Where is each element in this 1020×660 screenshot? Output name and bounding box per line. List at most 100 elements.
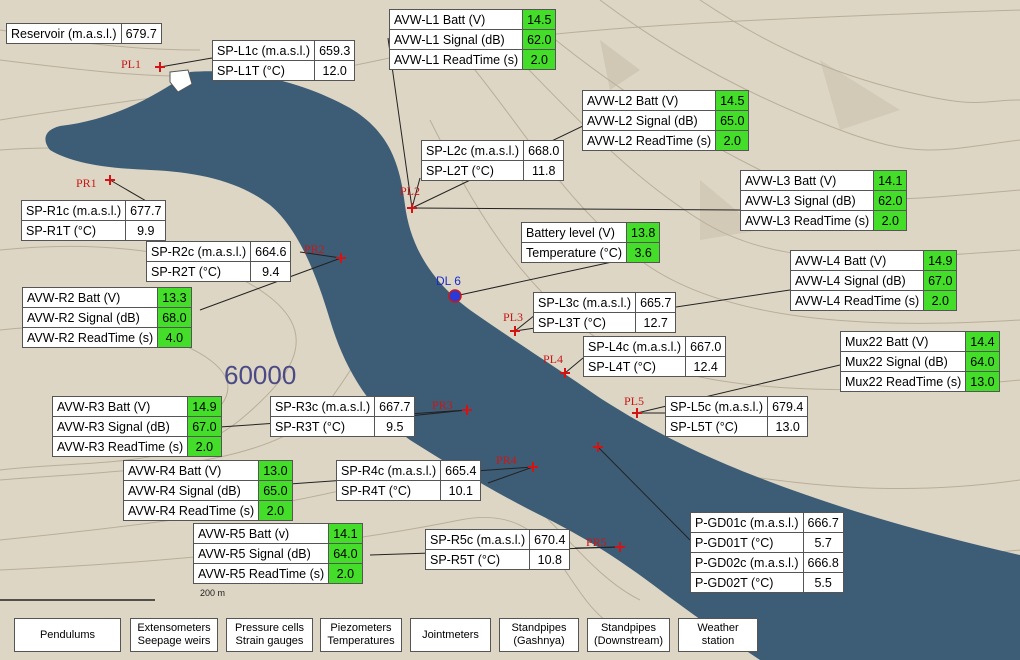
row-label: AVW-L2 ReadTime (s)	[581, 130, 717, 151]
avw-r2-table: AVW-R2 Batt (V) 13.3 AVW-R2 Signal (dB) 68.…	[21, 287, 192, 348]
row-value: 659.3	[314, 40, 356, 61]
avw-l4-table: AVW-L4 Batt (V) 14.9 AVW-L4 Signal (dB) 67.…	[789, 250, 958, 311]
nav-button-pressure-cells[interactable]: Pressure cells Strain gauges	[226, 618, 313, 652]
table-row: Mux22 Signal (dB) 64.0	[839, 351, 1000, 372]
marker-pr2[interactable]	[336, 253, 346, 263]
row-value: 64.0	[328, 543, 363, 564]
sp-l2-table: SP-L2c (m.a.s.l.) 668.0 SP-L2T (°C) 11.8	[420, 140, 565, 181]
table-row: SP-L4T (°C) 12.4	[582, 356, 727, 377]
point-label-pr2: PR2	[304, 242, 325, 256]
row-label: AVW-R5 Batt (v)	[192, 523, 330, 544]
table-row: P-GD02c (m.a.s.l.) 666.8	[690, 552, 844, 573]
row-value: 12.4	[685, 356, 727, 377]
table-row: SP-L5c (m.a.s.l.) 679.4	[664, 396, 809, 417]
table-row: SP-L1T (°C) 12.0	[211, 60, 356, 81]
row-label: P-GD02c (m.a.s.l.)	[690, 552, 804, 573]
row-value: 14.5	[522, 9, 557, 30]
nav-button-standpipes-downstream[interactable]: Standpipes (Downstream)	[587, 618, 670, 652]
nav-button-piezometers[interactable]: Piezometers Temperatures	[320, 618, 402, 652]
row-value: 67.0	[923, 270, 958, 291]
row-value: 13.0	[258, 460, 293, 481]
row-label: SP-L2c (m.a.s.l.)	[420, 140, 525, 161]
table-row: AVW-R5 Signal (dB) 64.0	[192, 543, 363, 564]
row-label: AVW-R3 ReadTime (s)	[51, 436, 189, 457]
row-value: 2.0	[328, 563, 363, 584]
row-value: 14.4	[965, 331, 1000, 352]
row-label: SP-L3c (m.a.s.l.)	[532, 292, 637, 313]
nav-button-standpipes-gashnya[interactable]: Standpipes (Gashnya)	[499, 618, 579, 652]
monitoring-map-screen: 60000 200 m DL 6 PL1 PL2 PL3 PL4 PL5 PR1…	[0, 0, 1020, 660]
row-label: AVW-L4 ReadTime (s)	[789, 290, 925, 311]
row-label: Mux22 Signal (dB)	[839, 351, 967, 372]
row-value: 64.0	[965, 351, 1000, 372]
point-label-pr5: PR5	[586, 535, 607, 549]
marker-pl5[interactable]	[632, 408, 642, 418]
table-row: AVW-L3 Signal (dB) 62.0	[739, 190, 908, 211]
row-value: 667.7	[374, 396, 416, 417]
table-row: SP-L1c (m.a.s.l.) 659.3	[211, 40, 356, 61]
row-value: 65.0	[715, 110, 750, 131]
marker-pl1[interactable]	[155, 62, 165, 72]
row-label: AVW-R3 Signal (dB)	[51, 416, 189, 437]
row-value: 5.5	[802, 572, 844, 593]
row-label: SP-L1T (°C)	[211, 60, 316, 81]
row-label: SP-R1T (°C)	[20, 220, 127, 241]
row-value: 4.0	[157, 327, 192, 348]
marker-pr4[interactable]	[528, 462, 538, 472]
row-label: AVW-L1 Batt (V)	[388, 9, 524, 30]
sp-l1-table: SP-L1c (m.a.s.l.) 659.3 SP-L1T (°C) 12.0	[211, 40, 356, 81]
row-value: 2.0	[522, 49, 557, 70]
row-label: AVW-R4 Signal (dB)	[122, 480, 260, 501]
row-value: 9.4	[250, 261, 292, 282]
row-value: 2.0	[258, 500, 293, 521]
table-row: AVW-L4 Batt (V) 14.9	[789, 250, 958, 271]
table-row: AVW-L3 Batt (V) 14.1	[739, 170, 908, 191]
marker-pr1[interactable]	[105, 175, 115, 185]
nav-button-extensometers[interactable]: Extensometers Seepage weirs	[130, 618, 218, 652]
row-value: 68.0	[157, 307, 192, 328]
marker-pr5[interactable]	[615, 542, 625, 552]
nav-label: Extensometers Seepage weirs	[137, 622, 211, 647]
marker-pr3[interactable]	[462, 405, 472, 415]
table-row: SP-L2T (°C) 11.8	[420, 160, 565, 181]
row-value: 13.3	[157, 287, 192, 308]
avw-l1-table: AVW-L1 Batt (V) 14.5 AVW-L1 Signal (dB) 62.…	[388, 9, 557, 70]
table-row: AVW-R2 Signal (dB) 68.0	[21, 307, 192, 328]
marker-pl2[interactable]	[407, 203, 417, 213]
table-row: Battery level (V) 13.8	[521, 222, 661, 243]
row-label: Temperature (°C)	[521, 242, 627, 263]
row-value: 679.4	[767, 396, 809, 417]
avw-r4-table: AVW-R4 Batt (V) 13.0 AVW-R4 Signal (dB) 65.…	[122, 460, 293, 521]
table-row: AVW-L3 ReadTime (s) 2.0	[739, 210, 908, 231]
row-value: 9.5	[374, 416, 416, 437]
table-row: Temperature (°C) 3.6	[521, 242, 661, 263]
nav-button-weather-station[interactable]: Weather station	[678, 618, 758, 652]
row-label: SP-R5T (°C)	[424, 549, 531, 570]
row-label: AVW-L2 Batt (V)	[581, 90, 717, 111]
row-value: 12.0	[314, 60, 356, 81]
row-value: 5.7	[802, 532, 844, 553]
row-value: 2.0	[187, 436, 222, 457]
dl6-station-marker[interactable]	[448, 289, 462, 303]
row-label: AVW-L1 Signal (dB)	[388, 29, 524, 50]
marker-pl3[interactable]	[510, 326, 520, 336]
row-label: Battery level (V)	[521, 222, 627, 243]
row-label: AVW-R4 Batt (V)	[122, 460, 260, 481]
table-row: AVW-L2 Signal (dB) 65.0	[581, 110, 750, 131]
avw-l2-table: AVW-L2 Batt (V) 14.5 AVW-L2 Signal (dB) 65.…	[581, 90, 750, 151]
table-row: SP-R4c (m.a.s.l.) 665.4	[335, 460, 482, 481]
marker-pl4[interactable]	[560, 368, 570, 378]
row-label: SP-R5c (m.a.s.l.)	[424, 529, 531, 550]
row-value: 665.7	[635, 292, 677, 313]
row-label: AVW-L3 Batt (V)	[739, 170, 875, 191]
dl6-label: DL 6	[436, 274, 461, 288]
table-row: AVW-L2 ReadTime (s) 2.0	[581, 130, 750, 151]
table-row: SP-R3c (m.a.s.l.) 667.7	[269, 396, 416, 417]
row-label: AVW-R2 Signal (dB)	[21, 307, 159, 328]
nav-button-jointmeters[interactable]: Jointmeters	[410, 618, 491, 652]
table-row: AVW-L1 Signal (dB) 62.0	[388, 29, 557, 50]
avw-r5-table: AVW-R5 Batt (v) 14.1 AVW-R5 Signal (dB) 64.…	[192, 523, 363, 584]
nav-button-pendulums[interactable]: Pendulums	[14, 618, 121, 652]
topo-label: 60000	[224, 360, 297, 390]
marker-pgd[interactable]	[593, 442, 603, 452]
